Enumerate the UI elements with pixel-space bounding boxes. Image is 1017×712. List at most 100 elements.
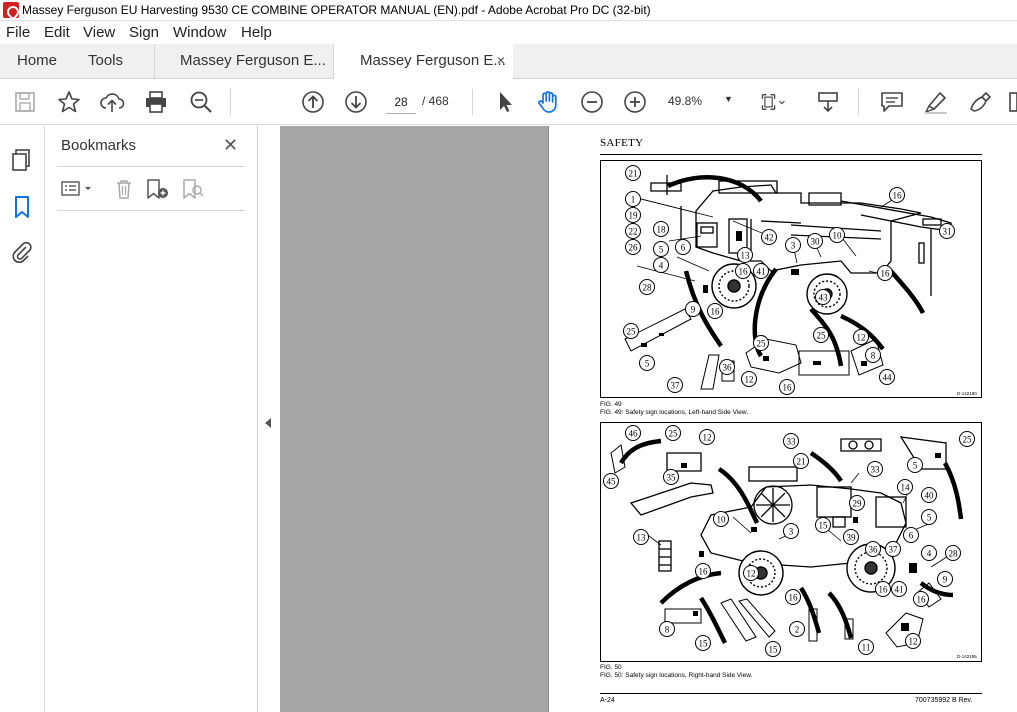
svg-text:39: 39 — [847, 533, 857, 543]
zoom-in-icon[interactable] — [622, 89, 648, 115]
svg-text:12: 12 — [745, 375, 754, 385]
menu-window[interactable]: Window — [173, 24, 226, 41]
tab-bar: Home Tools Massey Ferguson E... Massey F… — [0, 44, 1017, 80]
svg-text:25: 25 — [669, 429, 679, 439]
callout-42: 42 — [761, 229, 777, 245]
combine-left-side-illustration: 21 16 1 19 22 26 18 5 6 4 28 42 13 3 30 10 31 16 41 43 16 9 16… — [623, 165, 955, 395]
next-page-icon[interactable] — [343, 89, 369, 115]
bookmarks-panel: Bookmarks ✕ — [45, 126, 258, 712]
page-footer-doc-id: 700735992 B Rev. — [915, 697, 973, 704]
svg-text:16: 16 — [739, 267, 749, 277]
section-heading: SAFETY — [600, 137, 644, 149]
print-icon[interactable] — [143, 89, 169, 115]
callout-22: 22 — [625, 223, 641, 239]
svg-text:33: 33 — [871, 465, 881, 475]
zoom-out-icon[interactable] — [579, 89, 605, 115]
zoom-level-dropdown[interactable]: 49.8% ▼ — [668, 94, 738, 108]
svg-text:13: 13 — [741, 251, 751, 261]
svg-text:26: 26 — [629, 243, 639, 253]
panel-splitter[interactable] — [258, 126, 280, 712]
sign-pen-icon[interactable] — [967, 89, 993, 115]
menu-help[interactable]: Help — [241, 24, 272, 41]
callout-43: 43 — [815, 289, 831, 305]
svg-text:16: 16 — [789, 593, 799, 603]
callout-21: 21 — [625, 165, 641, 181]
svg-text:37: 37 — [889, 545, 899, 555]
callout-46: 46 — [625, 425, 641, 441]
title-bar: Massey Ferguson EU Harvesting 9530 CE CO… — [0, 0, 1017, 21]
menu-sign[interactable]: Sign — [129, 24, 159, 41]
toolbar-separator — [230, 89, 231, 115]
svg-text:46: 46 — [629, 429, 639, 439]
callout-3: 3 — [785, 237, 801, 253]
svg-text:21: 21 — [629, 169, 638, 179]
save-icon[interactable] — [12, 89, 38, 115]
footer-rule — [600, 693, 982, 694]
tab-tools[interactable]: Tools — [88, 44, 123, 79]
more-tools-icon[interactable] — [1008, 89, 1017, 115]
callout-4: 4 — [921, 545, 937, 561]
svg-text:2: 2 — [795, 625, 800, 635]
callout-21: 21 — [793, 453, 809, 469]
star-icon[interactable] — [56, 89, 82, 115]
upload-cloud-icon[interactable] — [99, 89, 125, 115]
svg-text:21: 21 — [797, 457, 806, 467]
callout-3: 3 — [783, 523, 799, 539]
comment-icon[interactable] — [879, 89, 905, 115]
delete-bookmark-icon[interactable] — [113, 178, 135, 200]
callout-44: 44 — [879, 369, 895, 385]
tab-document-2[interactable]: Massey Ferguson E... × — [333, 44, 513, 80]
callout-16: 16 — [707, 303, 723, 319]
callout-28: 28 — [945, 545, 961, 561]
previous-page-icon[interactable] — [300, 89, 326, 115]
svg-text:12: 12 — [909, 637, 918, 647]
svg-text:41: 41 — [895, 585, 904, 595]
callout-13: 13 — [633, 529, 649, 545]
callout-41: 41 — [891, 581, 907, 597]
svg-text:35: 35 — [667, 473, 677, 483]
bookmark-options-icon[interactable] — [61, 178, 95, 200]
menu-file[interactable]: File — [6, 24, 30, 41]
tab-document-2-label: Massey Ferguson E... — [360, 52, 506, 69]
bookmark-icon[interactable] — [10, 195, 34, 219]
callout-4: 4 — [653, 257, 669, 273]
zoom-search-icon[interactable] — [188, 89, 214, 115]
attachment-icon[interactable] — [10, 240, 34, 264]
menu-edit[interactable]: Edit — [44, 24, 70, 41]
scroll-mode-icon[interactable] — [815, 89, 841, 115]
svg-text:40: 40 — [925, 491, 935, 501]
svg-text:8: 8 — [871, 351, 876, 361]
page-fit-icon[interactable] — [760, 89, 786, 115]
page-number-input[interactable]: 28 — [386, 90, 416, 114]
tab-home[interactable]: Home — [17, 44, 57, 79]
svg-text:28: 28 — [643, 283, 653, 293]
page-total: / 468 — [422, 94, 449, 108]
menu-view[interactable]: View — [83, 24, 115, 41]
callout-15: 15 — [815, 517, 831, 533]
new-bookmark-icon[interactable] — [145, 178, 171, 200]
callout-5: 5 — [653, 241, 669, 257]
svg-text:15: 15 — [699, 639, 709, 649]
callout-12: 12 — [905, 633, 921, 649]
close-panel-icon[interactable]: ✕ — [223, 135, 238, 156]
callout-16: 16 — [695, 563, 711, 579]
svg-text:25: 25 — [757, 339, 767, 349]
svg-text:36: 36 — [723, 363, 733, 373]
callout-16: 16 — [735, 263, 751, 279]
figure-49: 21 16 1 19 22 26 18 5 6 4 28 42 13 3 30 10 31 16 41 43 16 9 16… — [600, 160, 982, 398]
svg-text:13: 13 — [637, 533, 647, 543]
combine-right-side-illustration: 46 25 12 33 2545 3521 533144029101551333936 376… — [603, 425, 975, 657]
find-bookmark-icon[interactable] — [181, 178, 205, 200]
callout-25: 25 — [959, 431, 975, 447]
callout-5: 5 — [921, 509, 937, 525]
collapse-panel-icon[interactable] — [265, 418, 271, 428]
hand-tool-icon[interactable] — [535, 89, 561, 115]
document-viewport[interactable]: SAFETY 21 16 1 19 22 26 18 5 6 4 28 42 1… — [280, 126, 1017, 712]
svg-text:4: 4 — [659, 261, 664, 271]
highlight-pen-icon[interactable] — [923, 89, 949, 115]
tab-document-1[interactable]: Massey Ferguson E... — [154, 44, 332, 79]
close-tab-icon[interactable]: × — [497, 44, 505, 77]
divider — [57, 166, 245, 167]
select-cursor-icon[interactable] — [492, 89, 518, 115]
page-thumbnails-icon[interactable] — [10, 148, 34, 172]
